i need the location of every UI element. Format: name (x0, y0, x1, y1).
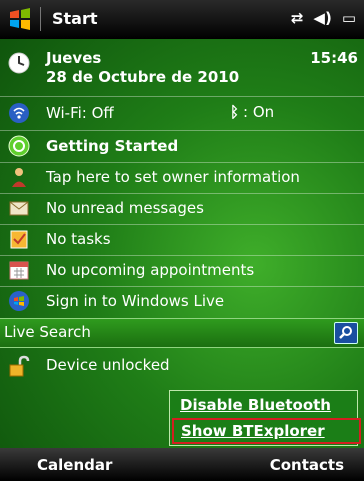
lock-icon (9, 355, 30, 377)
appointments-label: No upcoming appointments (46, 261, 255, 279)
search-icon (339, 326, 352, 339)
wifi-status[interactable]: Wi-Fi: Off (46, 104, 114, 122)
volume-icon[interactable]: ◀) (313, 9, 331, 27)
menu-item-show-btexplorer[interactable]: Show BTExplorer (172, 418, 361, 444)
soft-key-bar: Calendar Contacts (0, 448, 364, 481)
owner-icon (12, 168, 26, 187)
windows-live-row[interactable]: Sign in to Windows Live (0, 286, 364, 317)
messages-label: No unread messages (46, 199, 204, 217)
bluetooth-menu: Disable Bluetooth Show BTExplorer (169, 390, 361, 446)
connectivity-row[interactable]: Wi-Fi: Off ᛒ : On (0, 97, 364, 130)
device-lock-label: Device unlocked (46, 356, 170, 374)
live-search-bar[interactable]: Live Search (0, 318, 364, 348)
title-separator (40, 7, 41, 31)
menu-item-disable-bluetooth[interactable]: Disable Bluetooth (180, 396, 331, 414)
device-lock-row[interactable]: Device unlocked (0, 348, 364, 384)
date-label: 28 de Octubre de 2010 (46, 68, 240, 86)
bluetooth-icon: ᛒ (230, 103, 240, 121)
battery-icon[interactable]: ▭ (342, 9, 356, 27)
windows-logo-icon[interactable] (8, 7, 32, 31)
live-search-label: Live Search (4, 323, 91, 341)
task-icon (10, 230, 28, 249)
date-time-row[interactable]: Jueves 28 de Octubre de 2010 15:46 (0, 40, 364, 96)
appointments-row[interactable]: No upcoming appointments (0, 255, 364, 286)
search-button[interactable] (334, 322, 358, 344)
calendar-softkey[interactable]: Calendar (37, 456, 112, 474)
messages-row[interactable]: No unread messages (0, 193, 364, 224)
getting-started-icon (8, 135, 30, 157)
owner-label: Tap here to set owner information (46, 168, 300, 186)
page-title[interactable]: Start (52, 9, 98, 28)
bluetooth-label: : On (243, 103, 275, 121)
envelope-icon (9, 201, 29, 216)
windows-live-label: Sign in to Windows Live (46, 292, 225, 310)
system-tray: ⇄ ◀) ▭ (291, 9, 356, 27)
bluetooth-status[interactable]: ᛒ : On (230, 103, 274, 121)
day-label: Jueves (46, 49, 102, 67)
windows-live-icon (9, 291, 29, 311)
wifi-icon (9, 103, 29, 123)
tasks-row[interactable]: No tasks (0, 224, 364, 255)
getting-started-label: Getting Started (46, 137, 179, 155)
calendar-icon (9, 261, 29, 280)
getting-started-row[interactable]: Getting Started (0, 131, 364, 162)
tasks-label: No tasks (46, 230, 111, 248)
owner-info-row[interactable]: Tap here to set owner information (0, 162, 364, 193)
clock-icon (8, 52, 30, 74)
title-bar: Start ⇄ ◀) ▭ (0, 0, 364, 39)
time-label: 15:46 (310, 49, 358, 67)
contacts-softkey[interactable]: Contacts (270, 456, 344, 474)
connectivity-icon[interactable]: ⇄ (291, 9, 304, 27)
